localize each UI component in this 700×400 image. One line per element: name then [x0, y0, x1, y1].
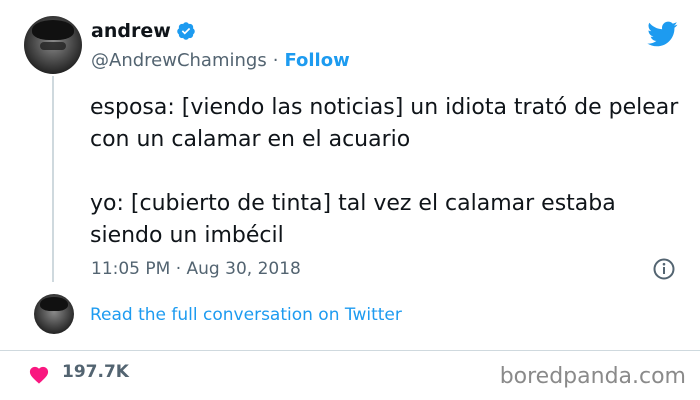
read-conversation-link[interactable]: Read the full conversation on Twitter	[90, 305, 402, 325]
handle-row: @AndrewChamings · Follow	[91, 50, 350, 71]
watermark: boredpanda.com	[499, 364, 686, 389]
author-name-row: andrew	[91, 20, 196, 42]
tweet-paragraph: yo: [cubierto de tinta] tal vez el calam…	[90, 191, 616, 248]
verified-badge-icon	[177, 22, 195, 40]
follow-button[interactable]: Follow	[284, 50, 349, 71]
tweet-paragraph: esposa: [viendo las noticias] un idiota …	[90, 95, 679, 152]
separator-dot: ·	[272, 50, 279, 71]
info-icon[interactable]	[652, 257, 676, 281]
reply-avatar[interactable]	[34, 294, 74, 334]
twitter-bird-icon[interactable]	[646, 18, 678, 50]
thread-connector	[52, 76, 54, 282]
divider	[0, 350, 700, 351]
tweet-body: esposa: [viendo las noticias] un idiota …	[90, 92, 680, 252]
author-handle[interactable]: @AndrewChamings	[91, 50, 267, 71]
tweet-timestamp[interactable]: 11:05 PM · Aug 30, 2018	[91, 259, 301, 279]
like-count[interactable]: 197.7K	[62, 362, 129, 382]
author-avatar[interactable]	[24, 16, 82, 74]
author-name[interactable]: andrew	[91, 20, 171, 42]
heart-icon[interactable]	[28, 364, 50, 384]
